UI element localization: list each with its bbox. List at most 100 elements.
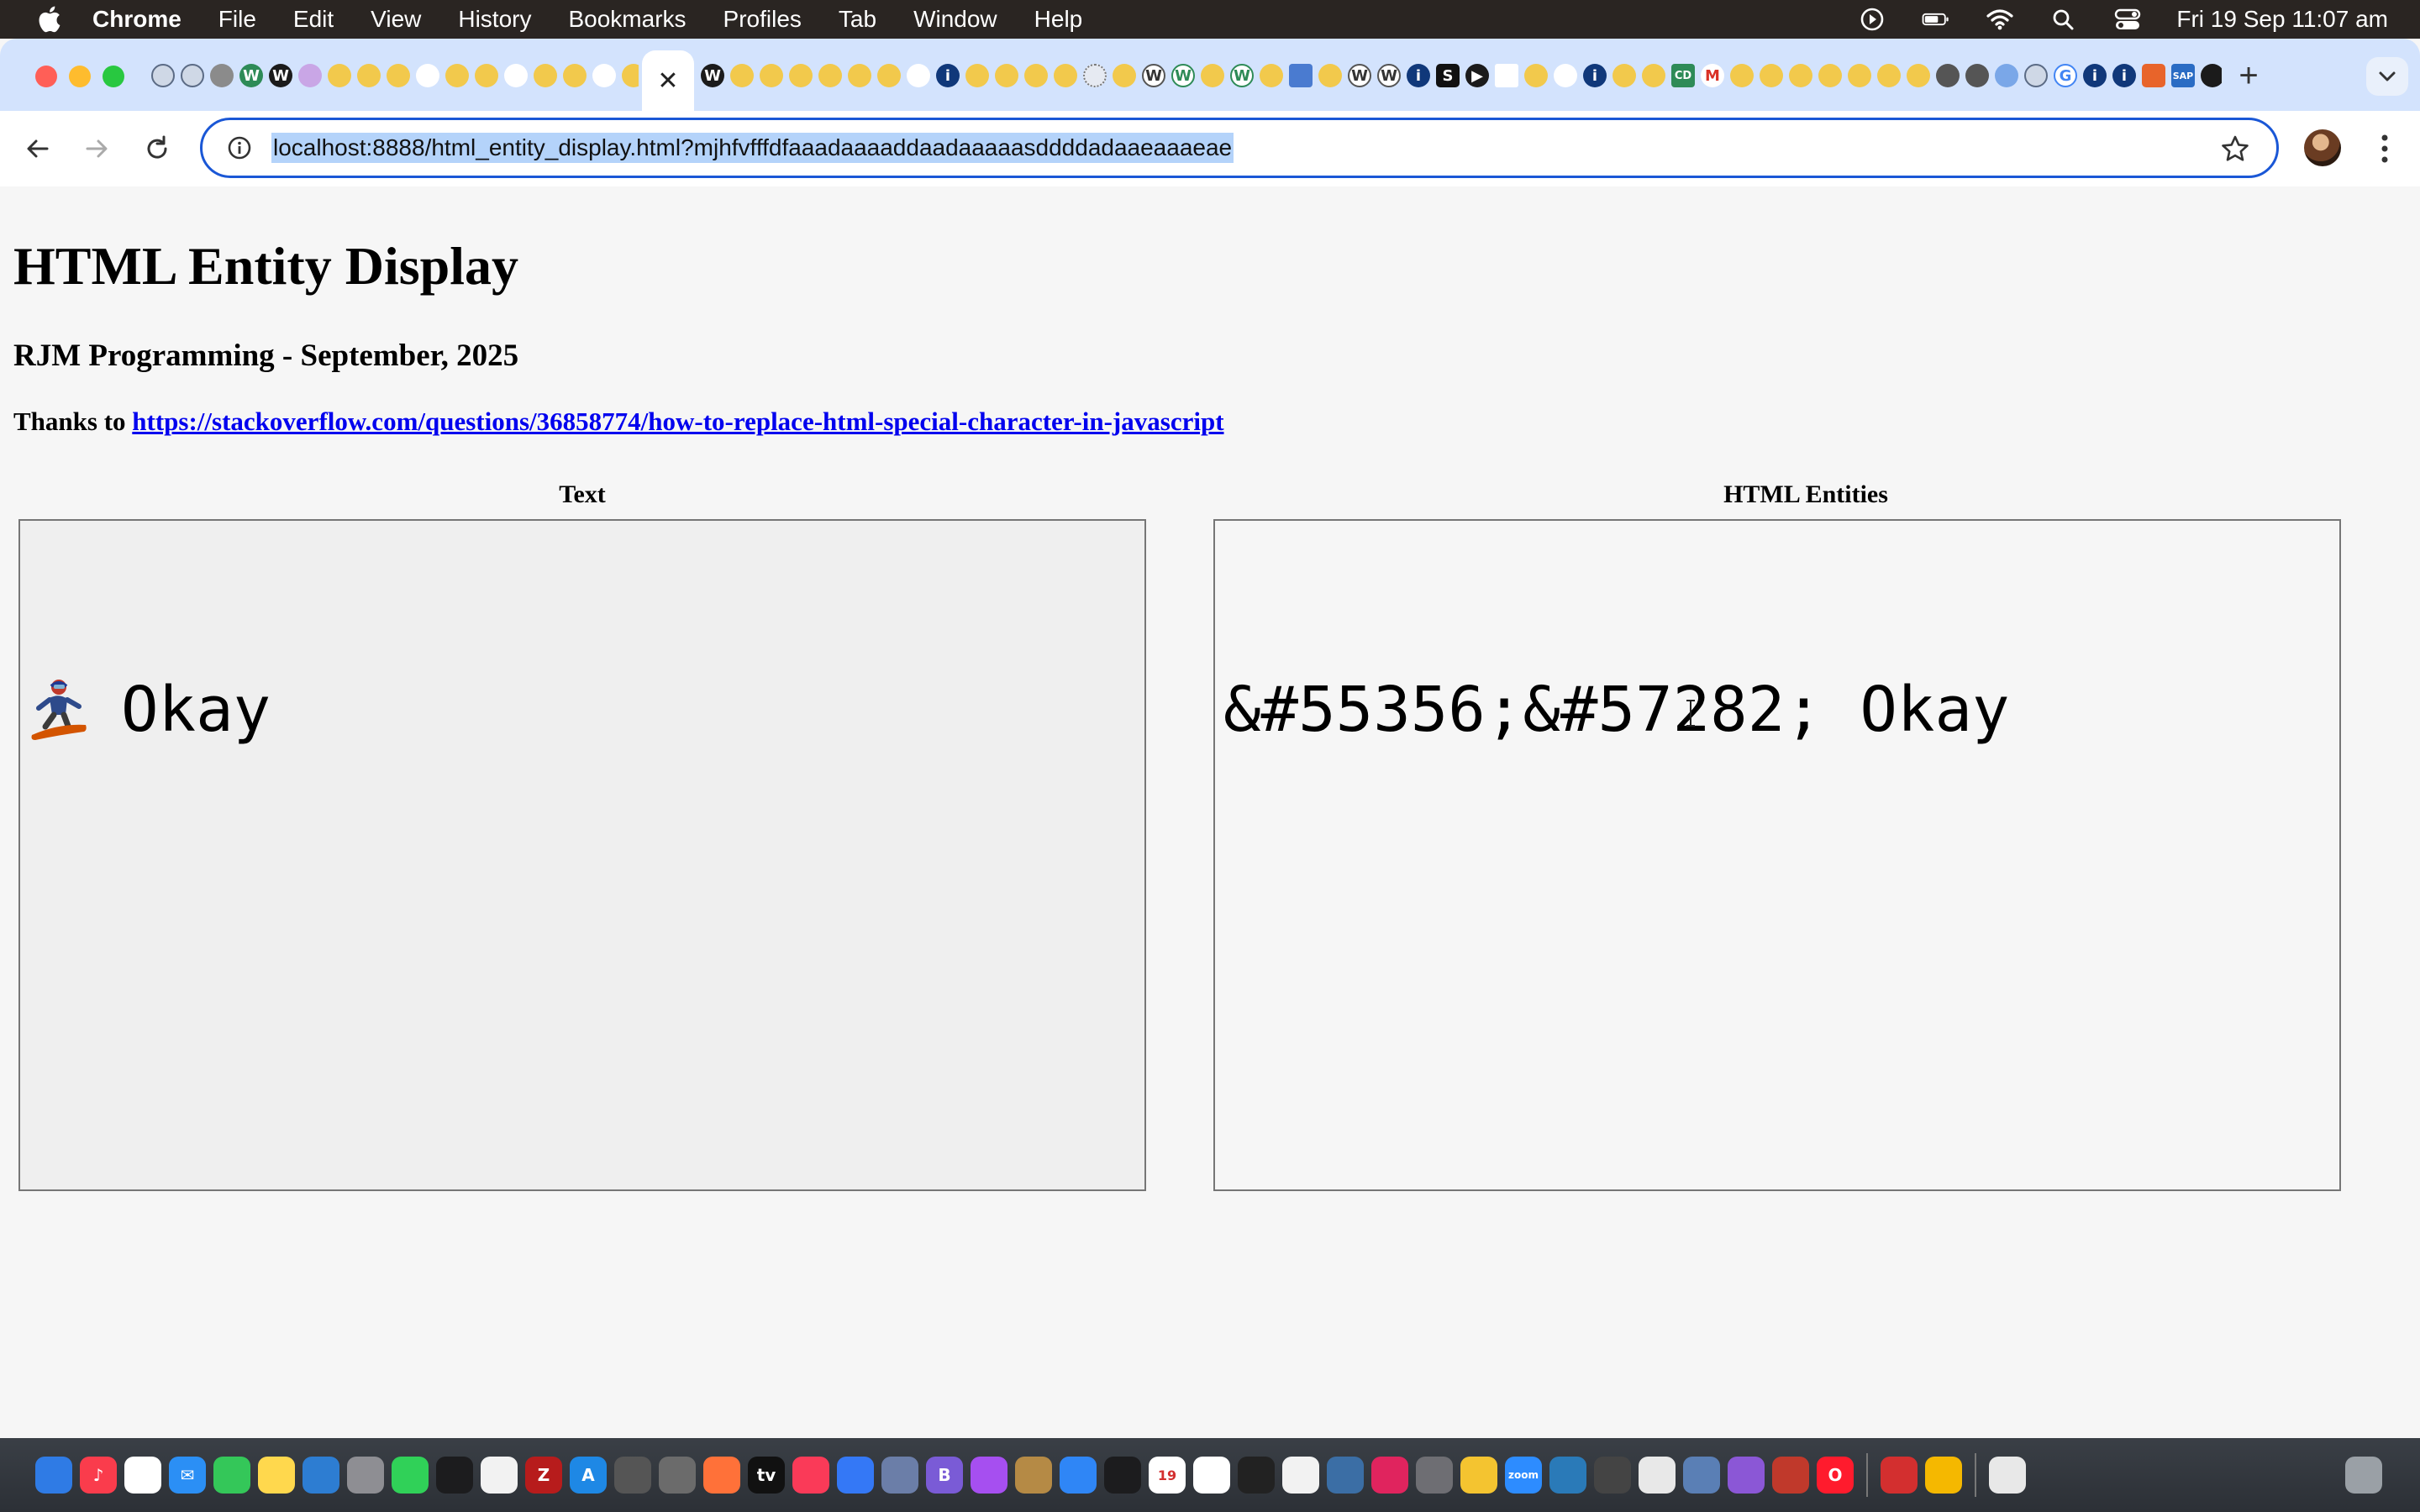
tab-favicon[interactable]: [1877, 64, 1901, 87]
facetime-icon[interactable]: [392, 1457, 429, 1494]
app-store-icon[interactable]: A: [570, 1457, 607, 1494]
reminders-icon[interactable]: [124, 1457, 161, 1494]
forward-button[interactable]: [77, 129, 116, 168]
tab-favicon[interactable]: [1054, 64, 1077, 87]
tab-favicon[interactable]: i: [1583, 64, 1607, 87]
menu-bookmarks[interactable]: Bookmarks: [568, 6, 686, 33]
tab-favicon[interactable]: [592, 64, 616, 87]
menubar-clock[interactable]: Fri 19 Sep 11:07 am: [2176, 6, 2388, 33]
palette-icon[interactable]: [1460, 1457, 1497, 1494]
minimized-window-icon[interactable]: [2033, 1457, 2070, 1494]
chrome-menu-button[interactable]: [2371, 129, 2398, 168]
intellij-icon[interactable]: [1371, 1457, 1408, 1494]
screen-recording-icon[interactable]: [1857, 7, 1887, 32]
tab-favicon[interactable]: [1730, 64, 1754, 87]
launchpad-icon[interactable]: [347, 1457, 384, 1494]
tab-favicon[interactable]: [387, 64, 410, 87]
tab-favicon[interactable]: W: [269, 64, 292, 87]
tab-favicon[interactable]: [181, 64, 204, 87]
tab-favicon[interactable]: ▶: [1465, 64, 1489, 87]
tab-favicon[interactable]: [760, 64, 783, 87]
mysql-icon[interactable]: [1639, 1457, 1676, 1494]
safari-icon[interactable]: [1060, 1457, 1097, 1494]
quicktime-icon[interactable]: [1327, 1457, 1364, 1494]
tab-favicon[interactable]: [445, 64, 469, 87]
spotlight-search-icon[interactable]: [2049, 7, 2079, 32]
tab-favicon[interactable]: S: [1436, 64, 1460, 87]
tab-favicon[interactable]: W: [1230, 64, 1254, 87]
menu-history[interactable]: History: [458, 6, 531, 33]
compass-icon[interactable]: [1772, 1457, 1809, 1494]
tab-favicon[interactable]: [298, 64, 322, 87]
menu-profiles[interactable]: Profiles: [723, 6, 802, 33]
finder-icon[interactable]: [35, 1457, 72, 1494]
settings-icon[interactable]: [1416, 1457, 1453, 1494]
system-icon[interactable]: [837, 1457, 874, 1494]
control-center-icon[interactable]: [2112, 7, 2143, 32]
tab-favicon[interactable]: W: [1348, 64, 1371, 87]
tab-favicon[interactable]: W: [701, 64, 724, 87]
xcode-icon[interactable]: [1683, 1457, 1720, 1494]
tab-favicon[interactable]: [328, 64, 351, 87]
tab-favicon[interactable]: [2024, 64, 2048, 87]
notes-icon[interactable]: [258, 1457, 295, 1494]
preview-icon[interactable]: [881, 1457, 918, 1494]
terminal-icon[interactable]: [436, 1457, 473, 1494]
tab-favicon[interactable]: W: [1142, 64, 1165, 87]
apple-tv-icon[interactable]: tv: [748, 1457, 785, 1494]
minimized-window-icon[interactable]: [2256, 1457, 2293, 1494]
resize-handle-icon[interactable]: [2323, 1173, 2338, 1188]
tab-favicon[interactable]: [504, 64, 528, 87]
tab-favicon[interactable]: CD: [1671, 64, 1695, 87]
archive-icon[interactable]: [1015, 1457, 1052, 1494]
tab-favicon[interactable]: [1936, 64, 1960, 87]
tab-favicon[interactable]: [1818, 64, 1842, 87]
tab-favicon[interactable]: [1554, 64, 1577, 87]
news-icon[interactable]: [792, 1457, 829, 1494]
tab-favicon[interactable]: [210, 64, 234, 87]
minimized-window-icon[interactable]: [2123, 1457, 2160, 1494]
tab-favicon[interactable]: [1024, 64, 1048, 87]
opera-icon[interactable]: O: [1817, 1457, 1854, 1494]
tab-favicon[interactable]: [1642, 64, 1665, 87]
acrobat-icon[interactable]: [1881, 1457, 1918, 1494]
mail-icon[interactable]: ✉: [169, 1457, 206, 1494]
tab-favicon[interactable]: [1260, 64, 1283, 87]
menu-app-name[interactable]: Chrome: [92, 6, 182, 33]
tor-icon[interactable]: [1728, 1457, 1765, 1494]
apple-menu-icon[interactable]: [32, 5, 66, 34]
tab-favicon[interactable]: [416, 64, 439, 87]
tab-favicon[interactable]: [1612, 64, 1636, 87]
tab-favicon[interactable]: i: [1407, 64, 1430, 87]
html-entities-textarea[interactable]: &#55356;&#57282; Okay: [1213, 519, 2341, 1191]
tab-favicon[interactable]: [848, 64, 871, 87]
minimized-window-icon[interactable]: [2212, 1457, 2249, 1494]
tab-favicon[interactable]: [1907, 64, 1930, 87]
tab-favicon[interactable]: [965, 64, 989, 87]
tab-favicon[interactable]: [730, 64, 754, 87]
tab-favicon[interactable]: [563, 64, 587, 87]
tab-favicon[interactable]: [995, 64, 1018, 87]
close-window-button[interactable]: [35, 66, 57, 87]
text-input-textarea[interactable]: Okay: [18, 519, 1146, 1191]
tab-favicon[interactable]: [877, 64, 901, 87]
inkscape-icon[interactable]: [1549, 1457, 1586, 1494]
close-tab-icon[interactable]: ✕: [657, 66, 678, 96]
active-tab[interactable]: ✕: [642, 50, 694, 111]
tab-favicon[interactable]: [789, 64, 813, 87]
url-text[interactable]: localhost:8888/html_entity_display.html?…: [271, 133, 1234, 163]
reload-button[interactable]: [138, 129, 176, 168]
minimized-window-icon[interactable]: [2301, 1457, 2338, 1494]
tab-favicon[interactable]: [2142, 64, 2165, 87]
resize-handle-icon[interactable]: [1128, 1173, 1143, 1188]
podcasts-icon[interactable]: [971, 1457, 1007, 1494]
messages-icon[interactable]: [213, 1457, 250, 1494]
minimized-window-icon[interactable]: [2078, 1457, 2115, 1494]
tab-favicon[interactable]: [1289, 64, 1313, 87]
menu-edit[interactable]: Edit: [293, 6, 334, 33]
utility-icon[interactable]: [659, 1457, 696, 1494]
calendar-icon[interactable]: 19: [1149, 1457, 1186, 1494]
tab-favicon[interactable]: [1201, 64, 1224, 87]
tab-favicon[interactable]: W: [239, 64, 263, 87]
tab-favicon[interactable]: G: [2054, 64, 2077, 87]
